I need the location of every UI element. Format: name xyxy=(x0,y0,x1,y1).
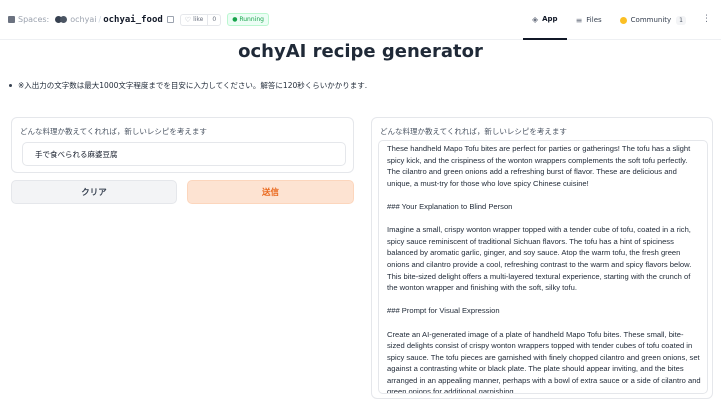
clear-button[interactable]: クリア xyxy=(11,180,177,204)
like-button[interactable]: ♡ like 0 xyxy=(179,13,222,26)
tab-app[interactable]: ◈ App xyxy=(522,0,567,40)
kebab-menu-icon[interactable]: ⋮ xyxy=(702,15,711,24)
bullet-icon xyxy=(9,84,12,87)
like-count: 0 xyxy=(207,14,220,25)
output-label: どんな料理か教えてくれれば，新しいレシピを考えます xyxy=(380,127,567,136)
like-label: like xyxy=(193,16,204,23)
tab-files-label: Files xyxy=(586,16,602,24)
top-bar: Spaces: ochyai / ochyai_food ♡ like 0 ● R… xyxy=(0,0,721,40)
output-panel: どんな料理か教えてくれれば，新しいレシピを考えます These handheld… xyxy=(371,117,713,399)
page-title: ochyAI recipe generator xyxy=(238,41,483,62)
space-tabs: ◈ App ≡ Files Community 1 xyxy=(522,0,695,40)
output-paragraph: Create an AI-generated image of a plate … xyxy=(387,329,701,394)
spaces-logo-icon xyxy=(8,16,15,23)
breadcrumb-separator: / xyxy=(98,15,102,24)
community-icon xyxy=(619,16,627,24)
copy-icon[interactable] xyxy=(166,16,174,23)
space-header: Spaces: ochyai / ochyai_food ♡ like 0 ● R… xyxy=(0,13,269,26)
recipe-output[interactable]: These handheld Mapo Tofu bites are perfe… xyxy=(378,140,708,394)
files-icon: ≡ xyxy=(575,15,583,25)
status-text: Running xyxy=(239,16,264,23)
usage-note-text: ※入出力の文字数は最大1000文字程度までを目安に入力してください。解答に120… xyxy=(18,81,368,90)
app-icon: ◈ xyxy=(531,14,539,24)
submit-button[interactable]: 送信 xyxy=(187,180,354,204)
heart-icon: ♡ xyxy=(184,15,192,24)
output-heading: ### Prompt for Visual Expression xyxy=(387,306,500,316)
status-badge: ● Running xyxy=(227,13,269,26)
input-label: どんな料理か教えてくれれば，新しいレシピを考えます xyxy=(20,127,207,136)
tab-community[interactable]: Community 1 xyxy=(611,0,695,40)
tab-app-label: App xyxy=(542,15,558,23)
community-count-badge: 1 xyxy=(676,15,686,25)
tab-community-label: Community xyxy=(630,16,672,24)
owner-avatar[interactable] xyxy=(55,16,68,23)
output-heading: ### Your Explanation to Blind Person xyxy=(387,201,513,211)
input-panel: どんな料理か教えてくれれば，新しいレシピを考えます 手で食べられる麻婆豆腐 xyxy=(11,117,354,173)
dish-input[interactable]: 手で食べられる麻婆豆腐 xyxy=(22,142,346,166)
space-name-link[interactable]: ochyai_food xyxy=(103,15,163,25)
tab-files[interactable]: ≡ Files xyxy=(567,0,611,40)
output-paragraph: Imagine a small, crispy wonton wrapper t… xyxy=(387,225,692,293)
usage-note: ※入出力の文字数は最大1000文字程度までを目安に入力してください。解答に120… xyxy=(9,80,367,91)
owner-link[interactable]: ochyai xyxy=(70,15,96,24)
spaces-label[interactable]: Spaces: xyxy=(18,15,49,24)
output-paragraph: These handheld Mapo Tofu bites are perfe… xyxy=(387,144,691,188)
